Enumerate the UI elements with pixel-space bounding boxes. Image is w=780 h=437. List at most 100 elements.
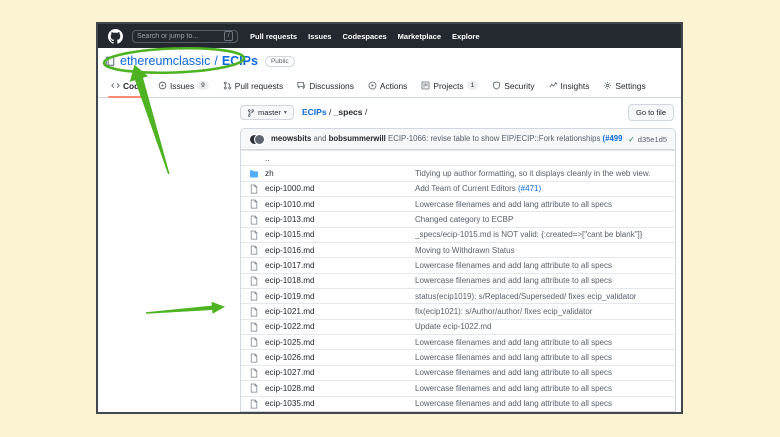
go-to-file-button[interactable]: Go to file: [628, 104, 674, 121]
file-commit-message: Lowercase filenames and add lang attribu…: [415, 261, 665, 270]
tab-pull-requests[interactable]: Pull requests: [216, 74, 290, 97]
file-icon: [249, 368, 265, 378]
github-logo-icon[interactable]: [108, 29, 123, 44]
tab-settings[interactable]: Settings: [596, 74, 652, 97]
search-input[interactable]: Search or jump to... /: [132, 30, 238, 43]
tab-issues[interactable]: Issues 9: [151, 74, 216, 97]
table-row[interactable]: ecip-1000.md Add Team of Current Editors…: [241, 181, 675, 196]
tab-discussions[interactable]: Discussions: [290, 74, 361, 97]
file-commit-message: Lowercase filenames and add lang attribu…: [415, 200, 665, 209]
actions-icon: [368, 81, 377, 90]
repo-owner-link[interactable]: ethereumclassic: [120, 54, 210, 68]
file-name-link[interactable]: ecip-1026.md: [265, 353, 415, 362]
file-name-link[interactable]: ecip-1025.md: [265, 338, 415, 347]
file-icon: [249, 276, 265, 286]
tab-security[interactable]: Security: [485, 74, 541, 97]
topnav-link-explore[interactable]: Explore: [452, 32, 480, 41]
table-row[interactable]: ecip-1016.md Moving to Withdrawn Status: [241, 242, 675, 257]
file-icon: [249, 307, 265, 317]
file-name-link[interactable]: ecip-1019.md: [265, 292, 415, 301]
repo-tabbar: Code Issues 9 Pull requests Discussions …: [98, 74, 681, 98]
topnav-link-codespaces[interactable]: Codespaces: [342, 32, 386, 41]
file-name-link[interactable]: ecip-1021.md: [265, 307, 415, 316]
file-icon: [249, 184, 265, 194]
git-branch-icon: [247, 109, 255, 117]
file-commit-message: fix(ecip1021): s/Author/author/ fixes ec…: [415, 307, 665, 316]
tab-label: Security: [504, 81, 534, 91]
commit-hash-link[interactable]: d35e1d5: [638, 135, 667, 144]
breadcrumb-repo-link[interactable]: ECIPs: [302, 107, 327, 117]
table-row[interactable]: ecip-1021.md fix(ecip1021): s/Author/aut…: [241, 303, 675, 318]
breadcrumb-separator: /: [327, 107, 334, 117]
table-row[interactable]: ecip-1035.md Lowercase filenames and add…: [241, 396, 675, 411]
tab-projects[interactable]: Projects 1: [414, 74, 485, 97]
table-row[interactable]: ecip-1022.md Update ecip-1022.md: [241, 319, 675, 334]
file-icon: [249, 215, 265, 225]
file-name-link[interactable]: ecip-1010.md: [265, 200, 415, 209]
file-name-link[interactable]: ecip-1028.md: [265, 384, 415, 393]
table-row[interactable]: zh Tidying up author formatting, so it d…: [241, 165, 675, 180]
file-name-link[interactable]: ecip-1022.md: [265, 322, 415, 331]
file-commit-message: Tidying up author formatting, so it disp…: [415, 169, 665, 178]
topnav-link-issues[interactable]: Issues: [308, 32, 331, 41]
folder-icon: [249, 169, 265, 179]
tab-label: Issues: [170, 81, 194, 91]
tab-label: Actions: [380, 81, 407, 91]
table-row[interactable]: ecip-1017.md Lowercase filenames and add…: [241, 257, 675, 272]
file-name-link[interactable]: ecip-1015.md: [265, 230, 415, 239]
topnav-link-marketplace[interactable]: Marketplace: [398, 32, 441, 41]
table-row[interactable]: ecip-1015.md _specs/ecip-1015.md is NOT …: [241, 227, 675, 242]
table-row[interactable]: ecip-1010.md Lowercase filenames and add…: [241, 196, 675, 211]
file-name-link[interactable]: ecip-1035.md: [265, 399, 415, 408]
repo-name-link[interactable]: ECIPs: [222, 54, 258, 68]
file-commit-message: Lowercase filenames and add lang attribu…: [415, 399, 665, 408]
tab-label: Insights: [561, 81, 590, 91]
commit-author-2[interactable]: bobsummerwill: [329, 134, 386, 143]
table-row[interactable]: ecip-1028.md Lowercase filenames and add…: [241, 380, 675, 395]
file-name-link[interactable]: ecip-1017.md: [265, 261, 415, 270]
parent-directory-row[interactable]: ..: [241, 150, 675, 165]
tab-label: Pull requests: [235, 81, 283, 91]
breadcrumb: ECIPs / _specs /: [302, 107, 367, 117]
tab-insights[interactable]: Insights: [542, 74, 597, 97]
commit-author-avatars[interactable]: [249, 134, 265, 145]
table-row[interactable]: ecip-1018.md Lowercase filenames and add…: [241, 273, 675, 288]
search-placeholder: Search or jump to...: [137, 33, 224, 40]
file-name-link[interactable]: ecip-1000.md: [265, 184, 415, 193]
file-name-link[interactable]: zh: [265, 169, 415, 178]
check-icon[interactable]: ✓: [628, 135, 635, 144]
avatar[interactable]: [254, 134, 265, 145]
table-row[interactable]: ecip-1027.md Lowercase filenames and add…: [241, 365, 675, 380]
tab-label: Settings: [615, 81, 645, 91]
table-row[interactable]: ecip-1025.md Lowercase filenames and add…: [241, 334, 675, 349]
topnav-link-pull-requests[interactable]: Pull requests: [250, 32, 297, 41]
latest-commit-bar: meowsbits and bobsummerwill ECIP-1066: r…: [241, 129, 675, 150]
projects-icon: [421, 81, 430, 90]
file-commit-message: Add Team of Current Editors (#471): [415, 184, 665, 193]
discussions-icon: [297, 81, 306, 90]
issue-icon: [158, 81, 167, 90]
tab-actions[interactable]: Actions: [361, 74, 414, 97]
tab-code[interactable]: Code: [104, 74, 151, 97]
table-row[interactable]: ecip-1026.md Lowercase filenames and add…: [241, 349, 675, 364]
file-name-link[interactable]: ecip-1018.md: [265, 276, 415, 285]
file-commit-message: Lowercase filenames and add lang attribu…: [415, 353, 665, 362]
file-icon: [249, 322, 265, 332]
browser-window: Search or jump to... / Pull requests Issu…: [96, 22, 683, 414]
commit-author-1[interactable]: meowsbits: [271, 134, 311, 143]
commit-pr-link[interactable]: (#499): [603, 134, 623, 143]
insights-icon: [549, 81, 558, 90]
caret-down-icon: ▾: [284, 109, 287, 116]
branch-selector[interactable]: master ▾: [240, 105, 294, 120]
file-list-box: meowsbits and bobsummerwill ECIP-1066: r…: [240, 128, 676, 412]
table-row[interactable]: ecip-1013.md Changed category to ECBP: [241, 211, 675, 226]
file-commit-message: Lowercase filenames and add lang attribu…: [415, 384, 665, 393]
commit-pr-link[interactable]: (#471): [518, 184, 541, 193]
github-topnav: Search or jump to... / Pull requests Issu…: [98, 24, 681, 48]
table-row[interactable]: ecip-1019.md status(ecip1019): s/Replace…: [241, 288, 675, 303]
commit-message: meowsbits and bobsummerwill ECIP-1066: r…: [271, 134, 622, 144]
file-name-link[interactable]: ecip-1027.md: [265, 368, 415, 377]
code-icon: [111, 81, 120, 90]
file-name-link[interactable]: ecip-1016.md: [265, 246, 415, 255]
file-name-link[interactable]: ecip-1013.md: [265, 215, 415, 224]
